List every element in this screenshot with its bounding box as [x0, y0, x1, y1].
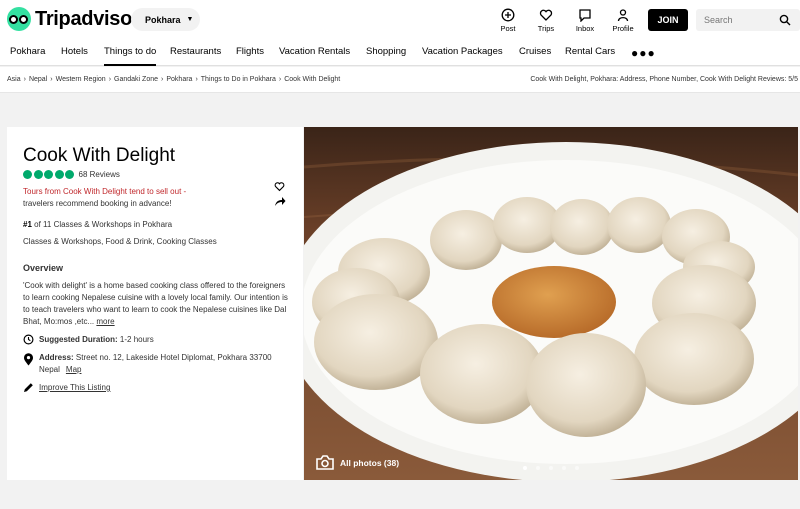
more-categories-icon[interactable]: ●●● [631, 47, 656, 59]
top-header: Tripadvisor Pokhara ▼ Post Trips Inbox P… [0, 0, 800, 40]
rating-bubble-icon [44, 170, 53, 179]
breadcrumb-item[interactable]: Asia [7, 76, 21, 83]
camera-icon [316, 455, 334, 470]
nav-inbox-label: Inbox [575, 24, 595, 33]
tripadvisor-logo[interactable]: Tripadvisor [7, 7, 140, 31]
logo-text: Tripadvisor [35, 7, 140, 30]
category-things-to-do[interactable]: Things to do [104, 40, 157, 66]
category-cruises[interactable]: Cruises [519, 40, 551, 66]
geo-selector[interactable]: Pokhara ▼ [131, 8, 200, 31]
heart-icon [539, 9, 553, 21]
pager-dot[interactable] [536, 466, 540, 470]
overview-heading: Overview [23, 263, 64, 273]
page-heading-title: Cook With Delight, Pokhara: Address, Pho… [530, 76, 798, 83]
breadcrumb-item[interactable]: Things to Do in Pokhara [201, 76, 276, 83]
pager-dot[interactable] [575, 466, 579, 470]
review-count[interactable]: 68 Reviews [79, 170, 120, 179]
rating-bubble-icon [54, 170, 64, 179]
rating-bubble-icon [65, 170, 74, 179]
category-flights[interactable]: Flights [236, 40, 264, 66]
map-pin-icon [24, 353, 33, 366]
all-photos-label: All photos (38) [340, 457, 400, 468]
search-icon[interactable] [779, 14, 791, 26]
momo-plate-photo [304, 127, 798, 480]
save-heart-icon[interactable] [274, 181, 285, 192]
search-box[interactable] [696, 9, 800, 31]
listing-card: Cook With Delight 68 Reviews Tours from … [7, 127, 303, 480]
category-vacation-packages[interactable]: Vacation Packages [422, 40, 503, 66]
share-icon[interactable] [274, 196, 286, 207]
ranking-text: #1 of 11 Classes & Workshops in Pokhara [23, 220, 172, 229]
improve-listing[interactable]: Improve This Listing [23, 382, 110, 393]
all-photos-button[interactable]: All photos (38) [316, 455, 399, 470]
duration-value: 1-2 hours [119, 335, 154, 344]
breadcrumb-item[interactable]: Western Region [56, 76, 106, 83]
sellout-notice: Tours from Cook With Delight tend to sel… [23, 186, 253, 210]
clock-icon [23, 334, 34, 345]
breadcrumb-item[interactable]: Pokhara [166, 76, 192, 83]
address-label: Address: [39, 353, 74, 362]
breadcrumb-bar: Asia › Nepal › Western Region › Gandaki Zone › P… [0, 67, 800, 93]
improve-listing-link[interactable]: Improve This Listing [39, 383, 110, 392]
nav-trips[interactable]: Trips [529, 8, 563, 33]
rank-number: #1 [23, 220, 32, 229]
message-icon [579, 9, 591, 22]
nav-trips-label: Trips [537, 24, 555, 33]
breadcrumb-item[interactable]: Gandaki Zone [114, 76, 158, 83]
suggested-duration: Suggested Duration: 1-2 hours [23, 334, 154, 345]
plus-circle-icon [501, 8, 515, 22]
sellout-notice-red: Tours from Cook With Delight tend to sel… [23, 187, 187, 196]
map-link[interactable]: Map [66, 365, 82, 374]
category-pokhara[interactable]: Pokhara [10, 40, 45, 66]
overview-body: 'Cook with delight' is a home based cook… [23, 281, 288, 326]
rating-bubble-icon [23, 170, 32, 179]
breadcrumb: Asia › Nepal › Western Region › Gandaki Zone › P… [7, 76, 341, 83]
read-more-link[interactable]: more [96, 317, 114, 326]
pager-dot[interactable] [562, 466, 566, 470]
category-hotels[interactable]: Hotels [61, 40, 88, 66]
nav-inbox[interactable]: Inbox [568, 8, 602, 33]
category-rental-cars[interactable]: Rental Cars [565, 40, 615, 66]
listing-photo[interactable]: All photos (38) [304, 127, 798, 480]
category-nav: Pokhara Hotels Things to do Restaurants … [0, 40, 800, 66]
nav-profile-label: Profile [612, 24, 634, 33]
rating-summary[interactable]: 68 Reviews [23, 170, 120, 179]
breadcrumb-item-current: Cook With Delight [284, 76, 341, 83]
pencil-icon [24, 383, 33, 392]
join-button[interactable]: JOIN [648, 9, 688, 31]
breadcrumb-item[interactable]: Nepal [29, 76, 47, 83]
nav-post-label: Post [500, 24, 516, 33]
caret-down-icon: ▼ [186, 16, 194, 23]
pager-dot[interactable] [549, 466, 553, 470]
pager-dot[interactable] [523, 466, 527, 470]
category-shopping[interactable]: Shopping [366, 40, 406, 66]
category-restaurants[interactable]: Restaurants [170, 40, 221, 66]
rating-bubble-icon [33, 170, 43, 179]
search-input[interactable] [704, 15, 776, 25]
owl-logo-icon [7, 7, 31, 31]
duration-label: Suggested Duration: [39, 335, 118, 344]
person-icon [617, 9, 629, 22]
category-vacation-rentals[interactable]: Vacation Rentals [279, 40, 350, 66]
overview-text: 'Cook with delight' is a home based cook… [23, 280, 289, 328]
sellout-notice-grey: travelers recommend booking in advance! [23, 199, 172, 208]
rank-text[interactable]: of 11 Classes & Workshops in Pokhara [34, 220, 172, 229]
nav-profile[interactable]: Profile [606, 8, 640, 33]
nav-post[interactable]: Post [491, 8, 525, 33]
listing-categories: Classes & Workshops, Food & Drink, Cooki… [23, 237, 217, 246]
listing-title: Cook With Delight [23, 145, 176, 166]
photo-pager [523, 466, 588, 470]
geo-label: Pokhara [145, 14, 181, 25]
address-block: Address: Street no. 12, Lakeside Hotel D… [23, 352, 279, 376]
